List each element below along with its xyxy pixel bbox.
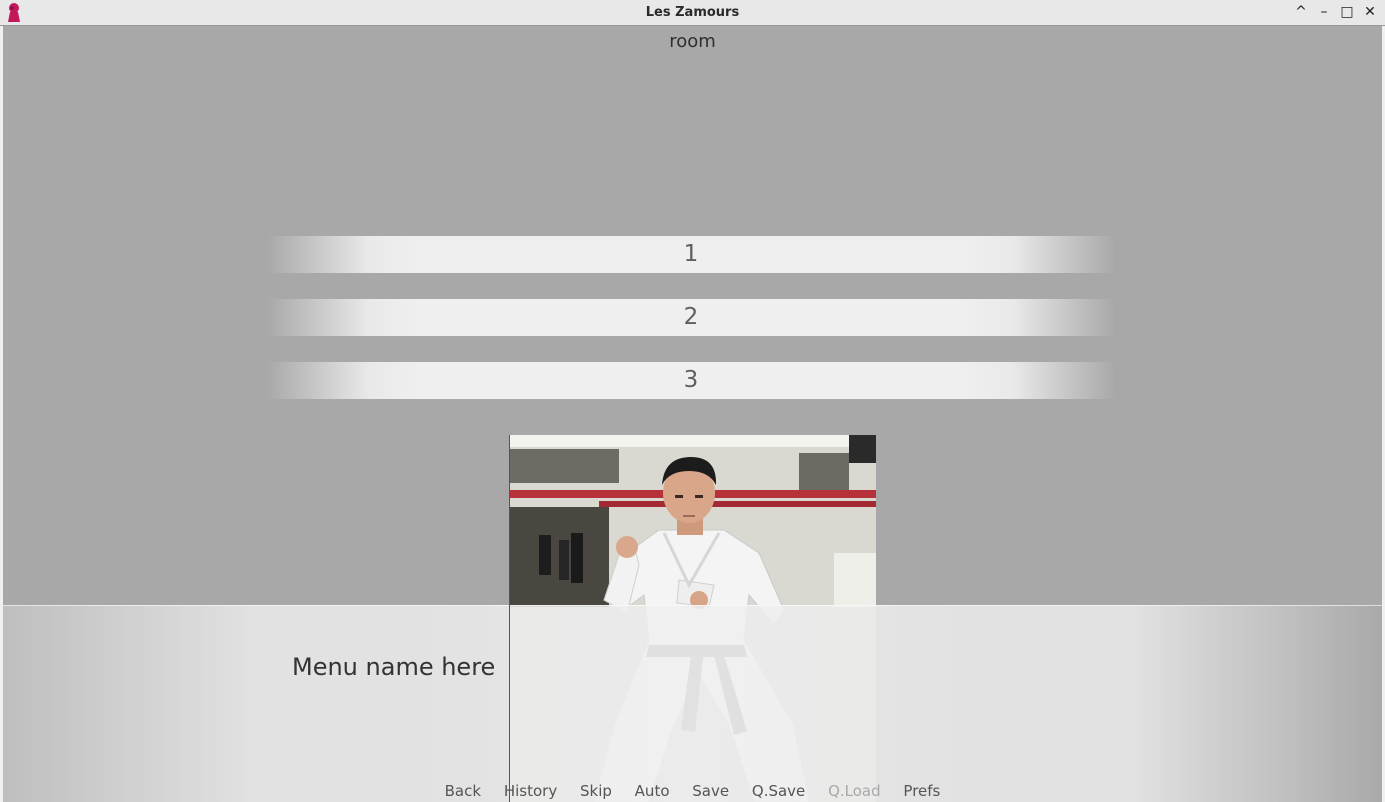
speaker-name: Menu name here: [292, 653, 496, 681]
shade-icon[interactable]: ^: [1292, 3, 1310, 21]
game-area: room 1 2 3 Menu name here Back History S…: [3, 26, 1382, 802]
back-button[interactable]: Back: [445, 782, 481, 800]
quick-menu: Back History Skip Auto Save Q.Save Q.Loa…: [3, 782, 1382, 800]
quick-load-button[interactable]: Q.Load: [828, 782, 881, 800]
history-button[interactable]: History: [504, 782, 557, 800]
skip-button[interactable]: Skip: [580, 782, 612, 800]
image-border: [509, 435, 510, 802]
choice-button-3[interactable]: 3: [267, 362, 1115, 399]
quick-save-button[interactable]: Q.Save: [752, 782, 805, 800]
minimize-icon[interactable]: –: [1315, 3, 1333, 21]
close-icon[interactable]: ✕: [1361, 3, 1379, 21]
window-title: Les Zamours: [645, 5, 740, 20]
choice-button-1[interactable]: 1: [267, 236, 1115, 273]
auto-button[interactable]: Auto: [635, 782, 670, 800]
prefs-button[interactable]: Prefs: [903, 782, 940, 800]
save-button[interactable]: Save: [692, 782, 729, 800]
window-titlebar: Les Zamours ^ – □ ✕: [0, 0, 1385, 26]
location-label: room: [669, 31, 716, 52]
maximize-icon[interactable]: □: [1338, 3, 1356, 21]
choice-button-2[interactable]: 2: [267, 299, 1115, 336]
dialogue-box: [3, 605, 1382, 802]
